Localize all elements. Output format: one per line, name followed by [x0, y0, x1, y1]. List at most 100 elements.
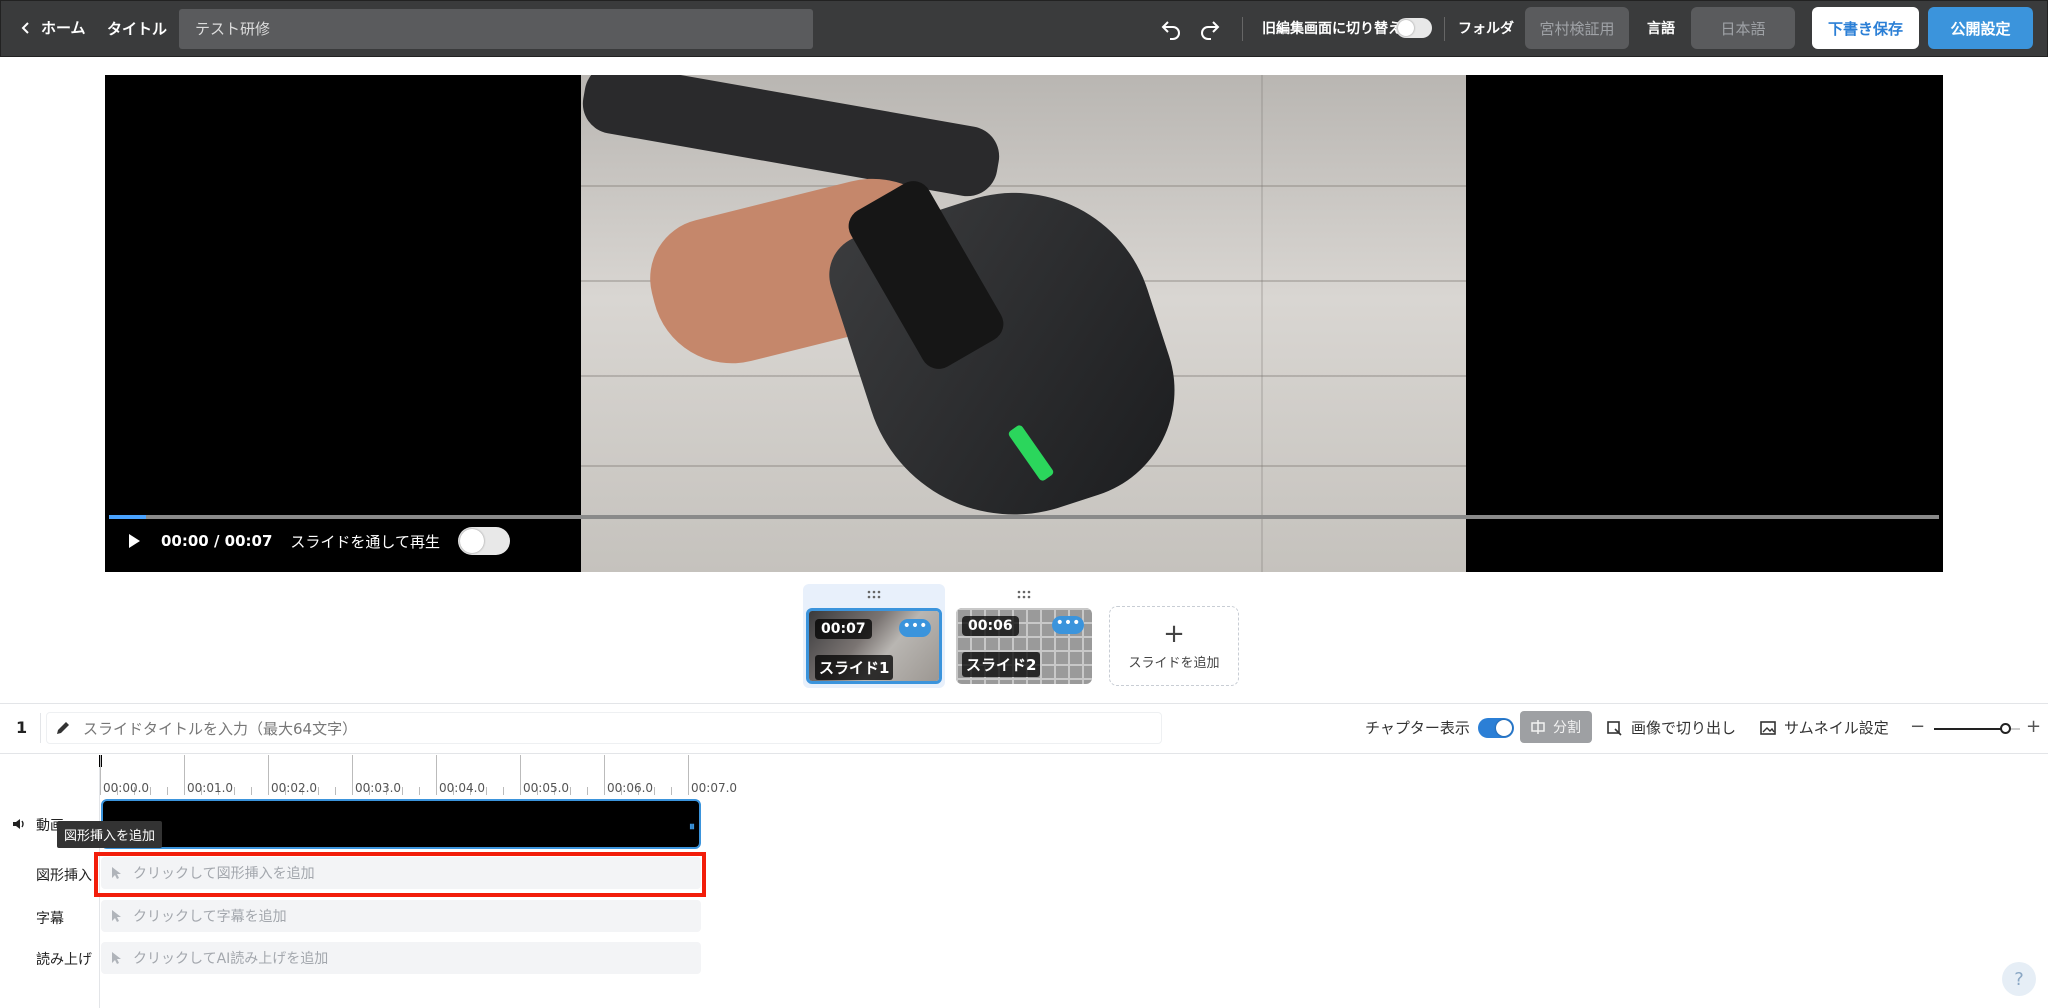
slide-thumbnail[interactable]: 00:07 ••• スライド1 [806, 608, 942, 684]
tooltip: 図形挿入を追加 [57, 821, 163, 848]
ruler-tick [688, 755, 689, 795]
track-label-subtitle: 字幕 [36, 911, 64, 927]
home-back-button[interactable]: ホーム [19, 17, 86, 38]
slide-title-input[interactable]: スライドタイトルを入力（最大64文字） [46, 712, 1162, 744]
through-slides-toggle[interactable] [457, 527, 510, 555]
ruler-tick [654, 787, 656, 795]
ruler-tick [402, 787, 404, 795]
ruler-tick [436, 755, 437, 795]
ruler-tick-label: 00:07.0 [691, 781, 738, 795]
ruler-tick [100, 755, 101, 795]
image-icon [1760, 720, 1776, 735]
slide-thumbnail[interactable]: 00:06 ••• スライド2 [956, 608, 1092, 684]
publish-settings-button[interactable]: 公開設定 [1928, 7, 2033, 49]
zoom-handle[interactable] [2000, 723, 2011, 734]
ruler-tick-label: 00:01.0 [187, 781, 234, 795]
ruler-tick [167, 787, 169, 795]
split-button[interactable]: 分割 [1520, 711, 1592, 743]
thumbnail-settings-button[interactable]: サムネイル設定 [1760, 717, 1889, 738]
video-arm [578, 75, 1004, 201]
ruler-tick [419, 787, 421, 795]
slide-item-2[interactable]: 00:06 ••• スライド2 [953, 584, 1095, 688]
ruler-tick [352, 755, 353, 795]
slide-more-button[interactable]: ••• [899, 619, 931, 637]
split-label: 分割 [1553, 720, 1581, 736]
ruler-tick [671, 787, 673, 795]
divider [0, 703, 2048, 704]
language-label: 言語 [1647, 21, 1675, 37]
video-progress-bar[interactable] [109, 515, 1939, 519]
divider [0, 753, 2048, 754]
slide-title-placeholder: スライドタイトルを入力（最大64文字） [83, 719, 358, 738]
slide-duration: 00:07 [815, 619, 872, 639]
slide-duration: 00:06 [962, 616, 1019, 636]
ruler-tick [234, 787, 236, 795]
title-label: タイトル [107, 20, 168, 38]
divider [1242, 17, 1243, 41]
redo-icon[interactable] [1198, 17, 1222, 41]
ruler-tick [251, 787, 253, 795]
cursor-icon [112, 910, 121, 922]
zoom-slider[interactable]: − + [1910, 716, 2041, 739]
ruler-tick [520, 755, 521, 795]
slide-name: スライド1 [815, 655, 894, 680]
track-label-narration: 読み上げ [36, 952, 92, 968]
folder-select[interactable]: 宮村検証用 [1525, 7, 1629, 49]
slide-more-button[interactable]: ••• [1052, 616, 1084, 634]
thumbnail-settings-label: サムネイル設定 [1784, 719, 1889, 737]
top-bar: ホーム タイトル テスト研修 旧編集画面に切り替え フォルダ 宮村検証用 言語 … [0, 0, 2048, 57]
ruler-tick-label: 00:00.0 [103, 781, 150, 795]
old-editor-toggle[interactable] [1396, 18, 1432, 38]
ruler-tick-label: 00:04.0 [439, 781, 486, 795]
add-slide-label: スライドを追加 [1128, 655, 1220, 671]
ruler-tick [604, 755, 605, 795]
drag-handle-icon[interactable] [867, 590, 881, 600]
video-time: 00:00 / 00:07 [161, 532, 273, 550]
video-player[interactable]: 00:00 / 00:07 スライドを通して再生 [105, 75, 1943, 572]
through-slides-label: スライドを通して再生 [290, 532, 440, 551]
split-icon [1531, 720, 1545, 734]
crop-image-icon [1607, 720, 1622, 736]
pencil-icon [57, 722, 69, 734]
ruler-tick [486, 787, 488, 795]
clip-right-handle[interactable]: ⏸ [689, 819, 695, 834]
narration-slot[interactable]: クリックしてAI読み上げを追加 [101, 942, 701, 974]
slide-item-1[interactable]: 00:07 ••• スライド1 [803, 584, 945, 688]
ruler-tick [150, 787, 152, 795]
slide-title-bar: 1 スライドタイトルを入力（最大64文字） チャプター表示 分割 画像で切り出し… [0, 705, 2048, 751]
subtitle-slot[interactable]: クリックして字幕を追加 [101, 900, 701, 932]
slides-strip: 00:07 ••• スライド1 00:06 ••• スライド2 + スライドを追… [803, 584, 1243, 688]
timeline: 00:00.0 00:01.0 00:02.0 00:03.0 00:04.0 00:05… [0, 755, 2048, 1008]
play-icon[interactable] [125, 532, 143, 550]
speaker-icon[interactable] [12, 817, 26, 831]
zoom-in-button[interactable]: + [2026, 716, 2041, 737]
divider [1444, 17, 1445, 41]
zoom-out-button[interactable]: − [1910, 716, 1925, 737]
chapter-display-label: チャプター表示 [1365, 719, 1470, 737]
video-progress-fill [109, 515, 146, 519]
folder-label: フォルダ [1458, 21, 1514, 37]
time-ruler[interactable]: 00:00.0 00:01.0 00:02.0 00:03.0 00:04.0 00:05… [100, 755, 737, 795]
video-frame [578, 75, 1466, 572]
title-input[interactable]: テスト研修 [179, 9, 813, 49]
crop-image-button[interactable]: 画像で切り出し [1607, 717, 1736, 738]
track-label-shape: 図形挿入 [36, 868, 92, 884]
ruler-tick [587, 787, 589, 795]
language-select[interactable]: 日本語 [1691, 7, 1795, 49]
save-draft-button[interactable]: 下書き保存 [1812, 7, 1919, 49]
chapter-display-toggle[interactable] [1477, 717, 1514, 738]
zoom-track-fill [1934, 728, 2004, 730]
video-clip[interactable]: ⏸ ⏸ [101, 799, 701, 849]
ruler-tick-label: 00:05.0 [523, 781, 570, 795]
toggle-knob [1495, 719, 1512, 736]
drag-handle-icon[interactable] [1017, 590, 1031, 600]
subtitle-placeholder: クリックして字幕を追加 [133, 909, 287, 925]
chapter-display: チャプター表示 [1365, 717, 1514, 738]
ruler-tick [503, 787, 505, 795]
help-button[interactable]: ? [2002, 962, 2036, 996]
add-slide-button[interactable]: + スライドを追加 [1109, 606, 1239, 686]
old-editor-switch-label: 旧編集画面に切り替え [1262, 21, 1402, 37]
ruler-tick-label: 00:06.0 [607, 781, 654, 795]
undo-icon[interactable] [1159, 17, 1183, 41]
ruler-tick-label: 00:03.0 [355, 781, 402, 795]
